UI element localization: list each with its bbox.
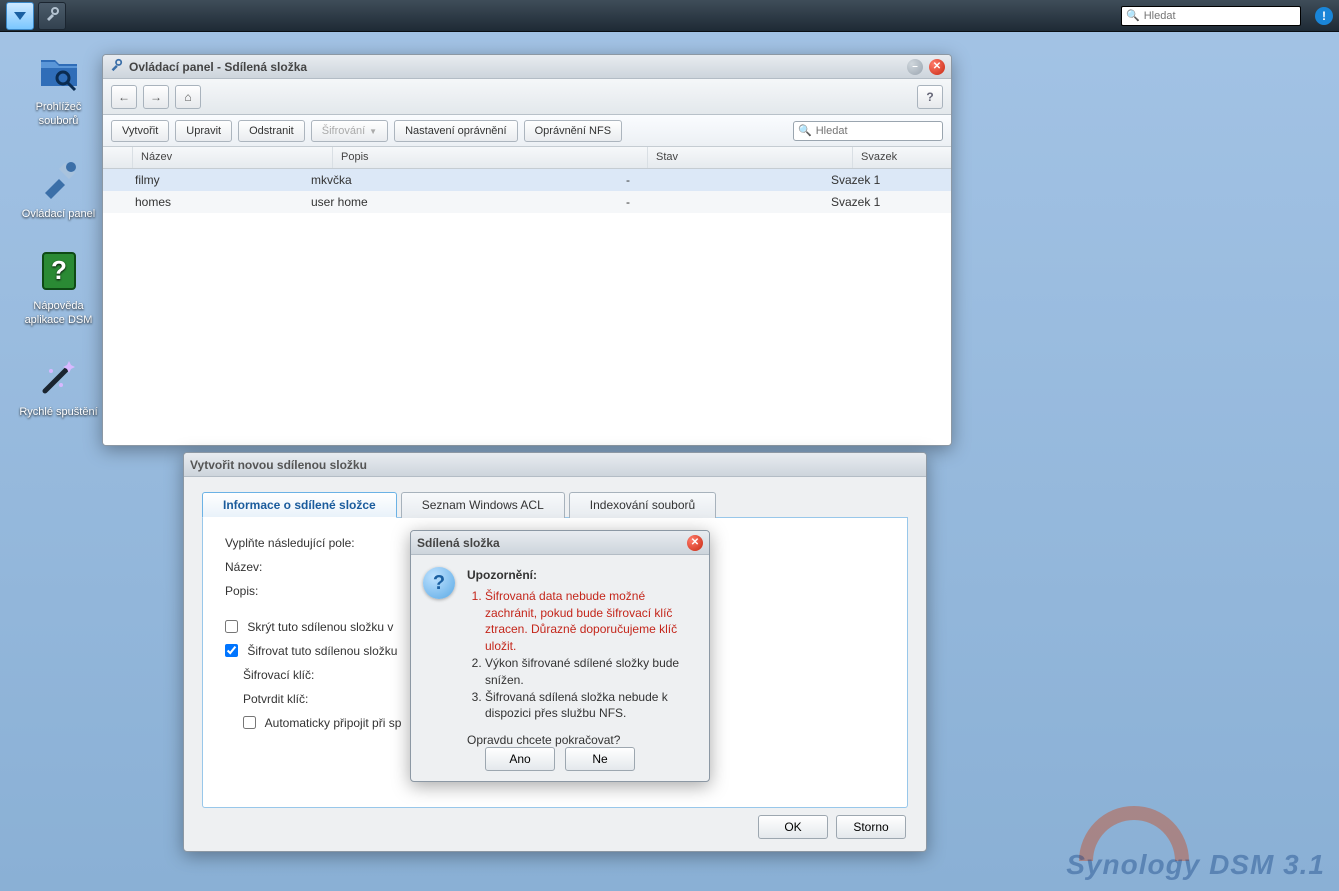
toolbar-search[interactable]: 🔍 bbox=[793, 121, 943, 141]
desktop-icon-file-browser[interactable]: Prohlížeč souborů bbox=[16, 48, 101, 129]
permissions-button[interactable]: Nastavení oprávnění bbox=[394, 120, 518, 142]
column-name[interactable]: Název bbox=[133, 147, 333, 168]
window-titlebar[interactable]: Ovládací panel - Sdílená složka – ✕ bbox=[103, 55, 951, 79]
desktop-icon-label: Rychlé spuštění bbox=[19, 406, 97, 418]
action-toolbar: Vytvořit Upravit Odstranit Šifrování▼ Na… bbox=[103, 115, 951, 147]
watermark-arc bbox=[1079, 806, 1189, 861]
notification-icon[interactable]: ! bbox=[1315, 7, 1333, 25]
tools-icon bbox=[44, 6, 60, 25]
taskbar: 🔍 ! bbox=[0, 0, 1339, 32]
tab-info[interactable]: Informace o sdílené složce bbox=[202, 492, 397, 518]
taskbar-search-input[interactable] bbox=[1144, 10, 1296, 22]
folder-search-icon bbox=[35, 48, 83, 96]
window-title: Ovládací panel - Sdílená složka bbox=[129, 60, 307, 74]
desktop-icon-label: Ovládací panel bbox=[22, 208, 95, 220]
yes-button[interactable]: Ano bbox=[485, 747, 555, 771]
desktop-icon-quickstart[interactable]: Rychlé spuštění bbox=[16, 353, 101, 419]
desktop-icon-help[interactable]: ? Nápověda aplikace DSM bbox=[16, 247, 101, 328]
search-icon: 🔍 bbox=[798, 124, 812, 137]
warning-dialog: Sdílená složka ✕ ? Upozornění: Šifrovaná… bbox=[410, 530, 710, 782]
warning-text: Upozornění: Šifrovaná data nebude možné … bbox=[467, 567, 697, 749]
tab-acl[interactable]: Seznam Windows ACL bbox=[401, 492, 565, 518]
column-volume[interactable]: Svazek bbox=[853, 147, 951, 168]
tabbar: Informace o sdílené složce Seznam Window… bbox=[202, 491, 908, 518]
taskbar-control-panel-button[interactable] bbox=[38, 2, 66, 30]
table-body: filmy mkvčka - Svazek 1 homes user home … bbox=[103, 169, 951, 445]
tab-indexing[interactable]: Indexování souborů bbox=[569, 492, 716, 518]
remove-button[interactable]: Odstranit bbox=[238, 120, 305, 142]
hide-checkbox[interactable] bbox=[225, 620, 238, 633]
dialog-titlebar[interactable]: Sdílená složka ✕ bbox=[411, 531, 709, 555]
dialog-title: Sdílená složka bbox=[417, 536, 500, 550]
dialog-titlebar[interactable]: Vytvořit novou sdílenou složku bbox=[184, 453, 926, 477]
dialog-title: Vytvořit novou sdílenou složku bbox=[190, 458, 367, 472]
home-button[interactable]: ⌂ bbox=[175, 85, 201, 109]
toolbar-search-input[interactable] bbox=[816, 125, 938, 137]
help-button[interactable]: ? bbox=[917, 85, 943, 109]
desktop-icon-label: Nápověda aplikace DSM bbox=[25, 300, 93, 326]
back-button[interactable]: ← bbox=[111, 85, 137, 109]
nav-toolbar: ← → ⌂ ? bbox=[103, 79, 951, 115]
svg-text:?: ? bbox=[51, 255, 67, 285]
desktop-icon-label: Prohlížeč souborů bbox=[36, 101, 82, 127]
arrow-down-icon bbox=[13, 11, 27, 21]
cancel-button[interactable]: Storno bbox=[836, 815, 906, 839]
search-icon: 🔍 bbox=[1126, 9, 1140, 22]
start-menu-button[interactable] bbox=[6, 2, 34, 30]
table-row[interactable]: filmy mkvčka - Svazek 1 bbox=[103, 169, 951, 191]
automount-checkbox[interactable] bbox=[243, 716, 256, 729]
minimize-button[interactable]: – bbox=[907, 59, 923, 75]
close-button[interactable]: ✕ bbox=[929, 59, 945, 75]
taskbar-search[interactable]: 🔍 bbox=[1121, 6, 1301, 26]
tools-icon bbox=[109, 58, 123, 75]
tools-icon bbox=[35, 155, 83, 203]
encrypt-dropdown[interactable]: Šifrování▼ bbox=[311, 120, 388, 142]
table-row[interactable]: homes user home - Svazek 1 bbox=[103, 191, 951, 213]
forward-button[interactable]: → bbox=[143, 85, 169, 109]
column-status[interactable]: Stav bbox=[648, 147, 853, 168]
no-button[interactable]: Ne bbox=[565, 747, 635, 771]
question-icon: ? bbox=[423, 567, 455, 599]
desktop-icons: Prohlížeč souborů Ovládací panel ? Nápov… bbox=[16, 48, 101, 420]
table-header: Název Popis Stav Svazek bbox=[103, 147, 951, 169]
nfs-permissions-button[interactable]: Oprávnění NFS bbox=[524, 120, 622, 142]
chevron-down-icon: ▼ bbox=[369, 127, 377, 136]
control-panel-window: Ovládací panel - Sdílená složka – ✕ ← → … bbox=[102, 54, 952, 446]
home-icon: ⌂ bbox=[184, 90, 191, 104]
close-button[interactable]: ✕ bbox=[687, 535, 703, 551]
edit-button[interactable]: Upravit bbox=[175, 120, 232, 142]
create-button[interactable]: Vytvořit bbox=[111, 120, 169, 142]
wand-icon bbox=[35, 353, 83, 401]
encrypt-checkbox[interactable] bbox=[225, 644, 238, 657]
ok-button[interactable]: OK bbox=[758, 815, 828, 839]
help-icon: ? bbox=[35, 247, 83, 295]
desktop-icon-control-panel[interactable]: Ovládací panel bbox=[16, 155, 101, 221]
column-desc[interactable]: Popis bbox=[333, 147, 648, 168]
